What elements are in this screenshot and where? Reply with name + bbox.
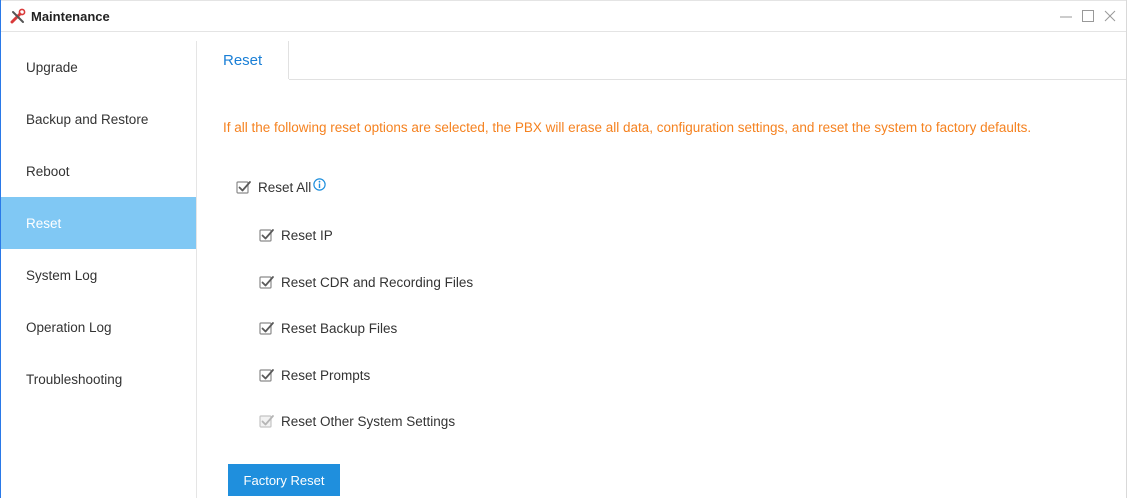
maximize-button[interactable]	[1080, 7, 1096, 25]
minimize-icon	[1060, 16, 1072, 18]
reset-backup-files-label: Reset Backup Files	[281, 320, 398, 336]
reset-other-settings-label: Reset Other System Settings	[281, 413, 456, 429]
reset-ip-label: Reset IP	[281, 227, 333, 243]
reset-prompts-checkbox[interactable]	[259, 367, 275, 383]
sidebar-item-upgrade[interactable]: Upgrade	[1, 41, 196, 93]
reset-prompts-row: Reset Prompts	[259, 367, 370, 383]
reset-backup-files-checkbox[interactable]	[259, 320, 275, 336]
tab-bar: Reset	[197, 41, 1126, 80]
close-button[interactable]	[1102, 7, 1118, 25]
sidebar-item-troubleshooting[interactable]: Troubleshooting	[1, 353, 196, 405]
reset-cdr-row: Reset CDR and Recording Files	[259, 274, 473, 290]
sidebar-item-label: System Log	[26, 267, 98, 283]
reset-cdr-label: Reset CDR and Recording Files	[281, 274, 474, 290]
window-title: Maintenance	[31, 8, 110, 24]
reset-prompts-label: Reset Prompts	[281, 367, 371, 383]
reset-backup-files-row: Reset Backup Files	[259, 320, 397, 336]
sidebar: Upgrade Backup and Restore Reboot Reset …	[1, 41, 197, 498]
info-icon[interactable]	[313, 177, 326, 191]
main-content: Reset If all the following reset options…	[197, 41, 1126, 498]
reset-other-settings-row: Reset Other System Settings	[259, 413, 455, 429]
title-bar: Maintenance	[1, 0, 1126, 32]
maintenance-tools-icon	[10, 8, 26, 24]
minimize-button[interactable]	[1058, 7, 1074, 25]
sidebar-item-system-log[interactable]: System Log	[1, 249, 196, 301]
maintenance-window: Maintenance Upgrade Backup and Restore R…	[0, 0, 1127, 498]
sidebar-item-label: Troubleshooting	[26, 371, 123, 387]
sidebar-item-label: Upgrade	[26, 59, 78, 75]
sidebar-item-reboot[interactable]: Reboot	[1, 145, 196, 197]
sidebar-item-operation-log[interactable]: Operation Log	[1, 301, 196, 353]
reset-all-checkbox[interactable]	[236, 179, 252, 195]
sidebar-item-reset[interactable]: Reset	[1, 197, 196, 249]
reset-ip-row: Reset IP	[259, 227, 333, 243]
sidebar-item-backup-and-restore[interactable]: Backup and Restore	[1, 93, 196, 145]
reset-all-row: Reset All	[236, 177, 326, 195]
reset-ip-checkbox[interactable]	[259, 227, 275, 243]
reset-all-label: Reset All	[258, 179, 312, 195]
sidebar-item-label: Backup and Restore	[26, 111, 149, 127]
reset-warning-text: If all the following reset options are s…	[223, 120, 1032, 135]
reset-other-settings-checkbox	[259, 415, 274, 428]
sidebar-item-label: Reset	[26, 215, 62, 231]
close-icon	[1104, 10, 1116, 22]
reset-cdr-checkbox[interactable]	[259, 274, 275, 290]
sidebar-item-label: Operation Log	[26, 319, 112, 335]
maximize-icon	[1082, 10, 1094, 22]
tab-reset[interactable]: Reset	[197, 41, 289, 80]
sidebar-item-label: Reboot	[26, 163, 70, 179]
factory-reset-button[interactable]: Factory Reset	[228, 464, 340, 496]
window-controls	[1058, 7, 1118, 25]
